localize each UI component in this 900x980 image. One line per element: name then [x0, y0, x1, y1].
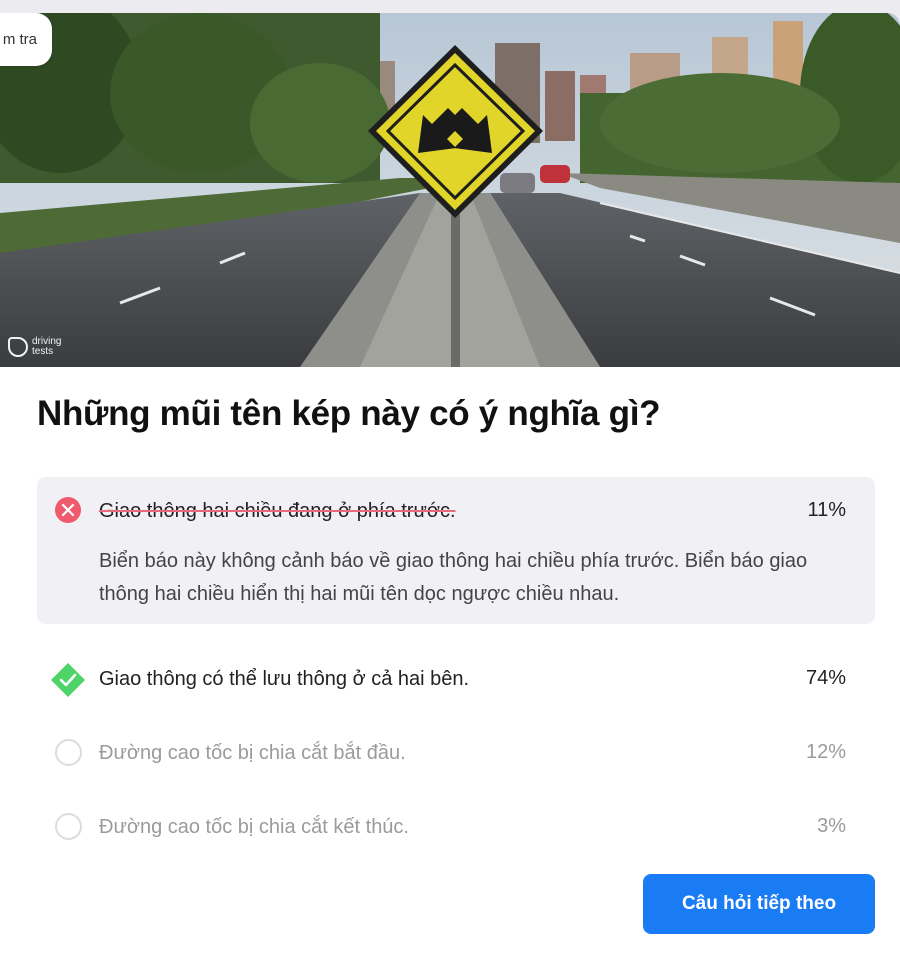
answer-option-3[interactable]: Đường cao tốc bị chia cắt bắt đầu. 12% [37, 730, 875, 780]
answer-option-4[interactable]: Đường cao tốc bị chia cắt kết thúc. 3% [37, 804, 875, 854]
answer-percent: 3% [817, 815, 846, 837]
answer-percent: 11% [807, 499, 846, 521]
answer-text: Giao thông hai chiều đang ở phía trước. [99, 500, 456, 522]
correct-answer-icon [50, 662, 86, 703]
driving-tests-watermark: driving tests [8, 337, 68, 357]
answer-percent: 74% [805, 667, 846, 689]
driving-tests-logo-icon [8, 337, 28, 357]
radio-circle-icon [55, 813, 82, 840]
question-title: Những mũi tên kép này có ý nghĩa gì? [37, 394, 661, 433]
answer-text: Đường cao tốc bị chia cắt kết thúc. [99, 816, 409, 838]
answer-text: Giao thông có thể lưu thông ở cả hai bên… [99, 668, 470, 690]
answer-option-1[interactable]: Giao thông hai chiều đang ở phía trước. … [37, 477, 875, 624]
back-button[interactable]: m tra [0, 13, 52, 66]
road-scene-image [0, 13, 900, 367]
answer-explanation: Biển báo này không cảnh báo về giao thôn… [99, 550, 808, 605]
question-image: driving tests [0, 13, 900, 367]
answer-list: Giao thông hai chiều đang ở phía trước. … [37, 477, 875, 624]
back-button-label: m tra [2, 31, 37, 48]
answer-option-2-row[interactable]: Giao thông có thể lưu thông ở cả hai bên… [37, 655, 875, 705]
answer-percent: 12% [805, 741, 846, 763]
radio-circle-icon [55, 739, 82, 766]
answer-text: Đường cao tốc bị chia cắt bắt đầu. [99, 742, 406, 764]
next-question-button[interactable]: Câu hỏi tiếp theo [643, 874, 875, 934]
wrong-answer-icon [55, 497, 81, 528]
